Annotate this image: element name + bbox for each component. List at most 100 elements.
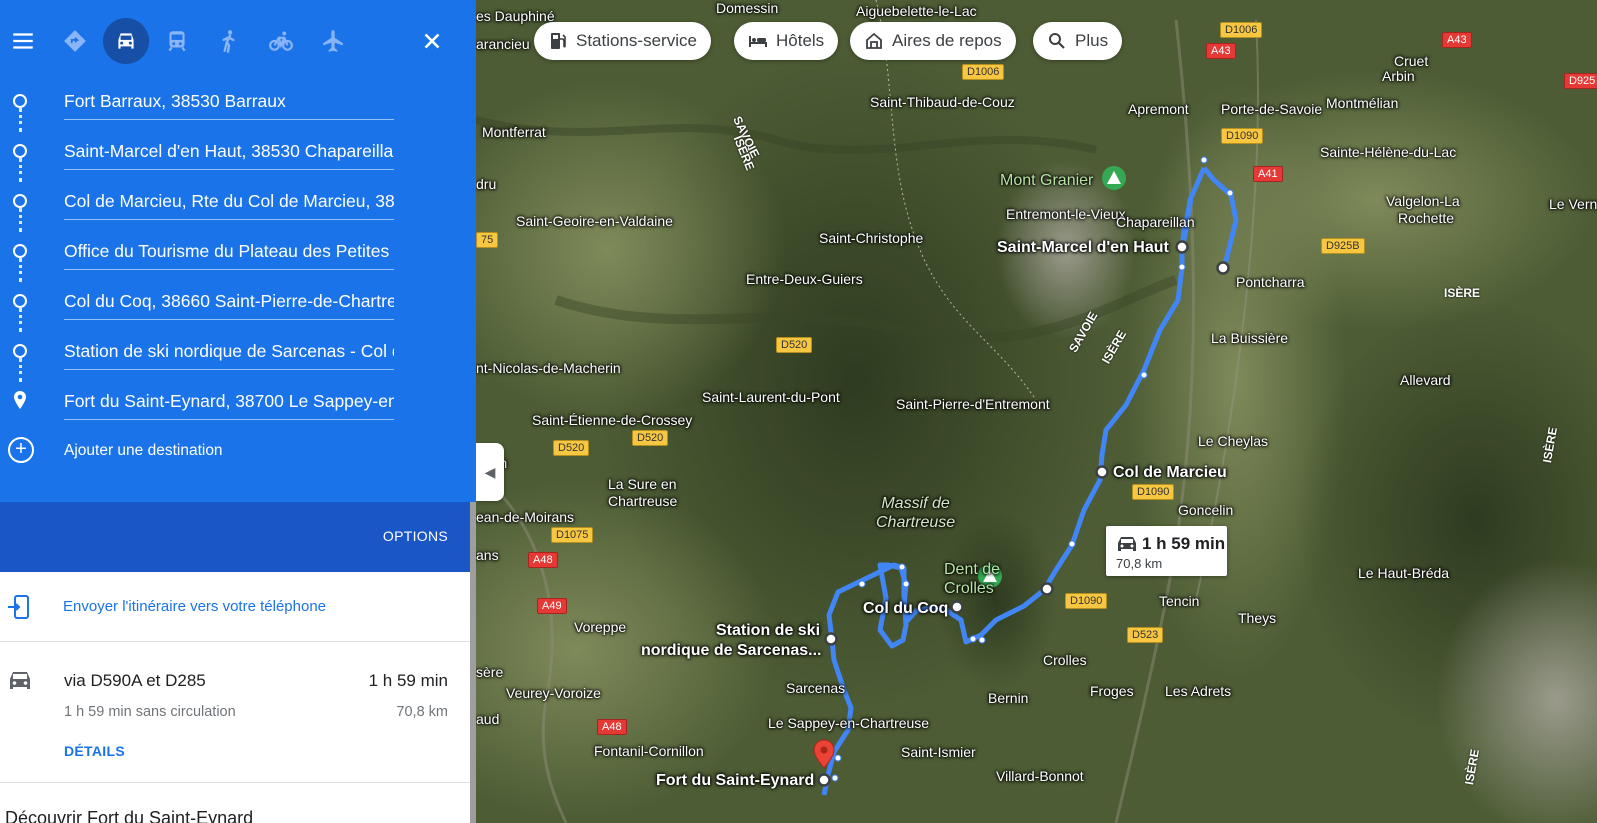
add-destination-button[interactable]: + Ajouter une destination	[0, 433, 476, 469]
place-label: La Sure en	[608, 476, 677, 492]
place-label: Saint-Pierre-d'Entremont	[896, 396, 1050, 412]
place-label: Villard-Bonnot	[996, 768, 1084, 784]
best-route-icon[interactable]	[52, 18, 98, 64]
road-shield: D523	[1127, 627, 1164, 643]
massif-label-line: Chartreuse	[876, 514, 956, 531]
chip-hotels[interactable]: Hôtels	[734, 22, 839, 60]
transit-icon[interactable]	[154, 18, 200, 64]
chip-more[interactable]: Plus	[1033, 22, 1123, 60]
waypoint-input[interactable]: Fort Barraux, 38530 Barraux	[64, 90, 394, 120]
bubble-duration: 1 h 59 min	[1142, 534, 1226, 553]
send-to-phone-link[interactable]: Envoyer l'itinéraire vers votre téléphon…	[63, 598, 326, 615]
menu-icon[interactable]	[0, 18, 46, 64]
waypoint-label[interactable]: Saint-Marcel d'en Haut	[997, 238, 1169, 258]
road-shield: A49	[537, 598, 567, 614]
place-label: Le Cheylas	[1198, 433, 1269, 449]
details-button[interactable]: DÉTAILS	[64, 743, 125, 759]
place-label: Valgelon-La	[1386, 193, 1460, 209]
close-icon[interactable]	[409, 18, 455, 64]
car-icon	[1118, 537, 1136, 551]
route-info-bubble[interactable]: 1 h 59 min 70,8 km	[1106, 526, 1227, 576]
place-label: Montferrat	[482, 124, 546, 140]
place-label: Entremont-le-Vieux	[1006, 206, 1126, 222]
place-label: Domessin	[716, 0, 779, 16]
road-shield: 75	[476, 232, 499, 248]
plane-icon[interactable]	[310, 18, 356, 64]
road-shield: A43	[1206, 43, 1236, 59]
place-label: Le Verne	[1549, 196, 1597, 212]
chip-label: Stations-service	[576, 31, 697, 50]
place-label: Chapareillan	[1116, 214, 1195, 230]
add-destination-label: Ajouter une destination	[64, 442, 223, 459]
stop-dot-icon	[13, 194, 27, 208]
discover-heading: Découvrir Fort du Saint-Eynard	[5, 808, 254, 823]
place-label: Cruet	[1394, 53, 1429, 69]
road-shield: A41	[1253, 166, 1283, 182]
car-icon[interactable]	[103, 18, 149, 64]
place-label: Voreppe	[574, 619, 627, 635]
road-shield: D520	[553, 440, 590, 456]
waypoint-input[interactable]: Saint-Marcel d'en Haut, 38530 Chapareill…	[64, 140, 394, 170]
waypoint-row: Col du Coq, 38660 Saint-Pierre-de-Chartr…	[0, 278, 476, 328]
place-label: Veurey-Voroize	[506, 685, 601, 701]
department-label: ISÈRE	[1444, 286, 1481, 300]
chevron-left-icon: ◀	[484, 463, 496, 480]
waypoint-label[interactable]: Fort du Saint-Eynard	[656, 771, 814, 791]
waypoint-input[interactable]: Col du Coq, 38660 Saint-Pierre-de-Chartr…	[64, 290, 394, 320]
travel-mode-bar	[0, 18, 476, 64]
waypoint-label[interactable]: nordique de Sarcenas...	[641, 641, 822, 661]
stop-dot-icon	[13, 144, 27, 158]
origin-dot-icon	[13, 94, 27, 108]
place-label: Fontanil-Cornillon	[594, 743, 704, 759]
waypoint-marker	[950, 600, 964, 614]
place-label: Theys	[1238, 610, 1277, 626]
place-label: es Dauphiné	[476, 8, 555, 24]
place-label: Bernin	[988, 690, 1029, 706]
send-to-phone-row[interactable]: Envoyer l'itinéraire vers votre téléphon…	[0, 572, 470, 642]
gas-station-icon	[551, 33, 566, 49]
waypoint-input[interactable]: Fort du Saint-Eynard, 38700 Le Sappey-en…	[64, 390, 394, 420]
place-label: Saint-Christophe	[819, 230, 924, 246]
waypoint-marker	[1175, 240, 1189, 254]
car-icon	[10, 672, 30, 689]
waypoint-input[interactable]: Station de ski nordique de Sarcenas - Co…	[64, 340, 394, 370]
stop-dot-icon	[13, 344, 27, 358]
bubble-distance: 70,8 km	[1116, 556, 1163, 571]
peak-label-line: Dent de	[944, 561, 1001, 578]
waypoint-row: Fort du Saint-Eynard, 38700 Le Sappey-en…	[0, 378, 476, 428]
waypoint-marker	[1216, 261, 1230, 275]
place-label: Le Sappey-en-Chartreuse	[768, 715, 930, 731]
route-via-label: via D590A et D285	[64, 671, 206, 690]
road-shield: D520	[776, 337, 813, 353]
peak-label: Dent de Crolles	[944, 560, 1000, 598]
place-label: Les Adrets	[1165, 683, 1232, 699]
chip-gas-stations[interactable]: Stations-service	[534, 22, 711, 60]
place-label: Chartreuse	[608, 493, 678, 509]
route-option-card[interactable]: via D590A et D285 1 h 59 min 1 h 59 min …	[0, 643, 470, 783]
road-shield: D925B	[1321, 238, 1365, 254]
waypoint-label[interactable]: Col de Marcieu	[1113, 463, 1227, 483]
google-maps-app: Fort Barraux, 38530 Barraux Saint-Marcel…	[0, 0, 1597, 823]
chip-label: Plus	[1075, 31, 1109, 50]
collapse-panel-button[interactable]: ◀	[476, 443, 504, 501]
waypoint-input[interactable]: Office du Tourisme du Plateau des Petite…	[64, 240, 394, 270]
walk-icon[interactable]	[206, 18, 252, 64]
satellite-map[interactable]: es Dauphiné arancieu Domessin Aiguebelet…	[476, 0, 1597, 823]
send-to-device-icon	[8, 595, 29, 619]
options-button[interactable]: OPTIONS	[383, 528, 448, 544]
route-distance: 70,8 km	[396, 704, 448, 720]
bike-icon[interactable]	[258, 18, 304, 64]
directions-header: Fort Barraux, 38530 Barraux Saint-Marcel…	[0, 0, 476, 502]
route-no-traffic: 1 h 59 min sans circulation	[64, 704, 236, 720]
place-label: Froges	[1090, 683, 1134, 699]
waypoint-label[interactable]: Col du Coq	[863, 599, 948, 619]
place-label: arancieu	[476, 36, 530, 52]
waypoint-row: Station de ski nordique de Sarcenas - Co…	[0, 328, 476, 378]
massif-label: Massif de Chartreuse	[876, 494, 955, 532]
waypoint-label[interactable]: Station de ski	[716, 621, 820, 641]
waypoint-input[interactable]: Col de Marcieu, Rte du Col de Marcieu, 3…	[64, 190, 394, 220]
road-shield: D1090	[1065, 593, 1108, 609]
waypoint-row: Saint-Marcel d'en Haut, 38530 Chapareill…	[0, 128, 476, 178]
chip-rest-areas[interactable]: Aires de repos	[850, 22, 1016, 60]
destination-pin-icon	[14, 391, 26, 409]
